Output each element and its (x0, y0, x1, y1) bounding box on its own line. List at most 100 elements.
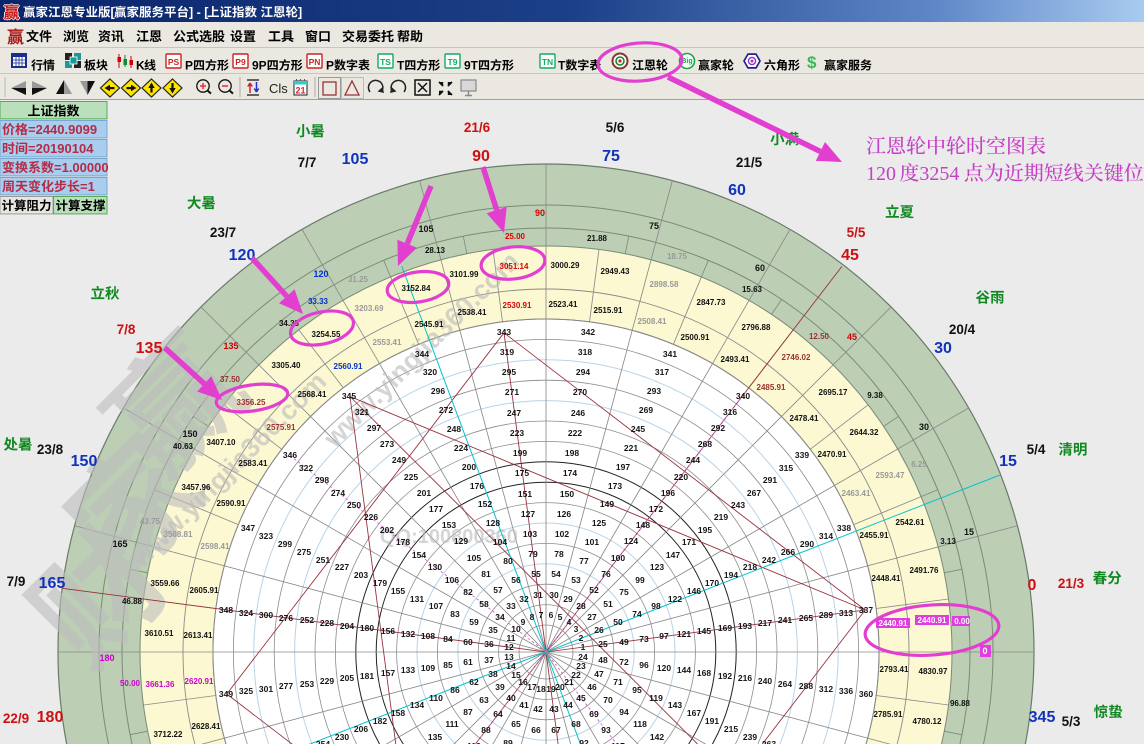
svg-text:135: 135 (428, 732, 442, 742)
svg-text:40.63: 40.63 (173, 442, 194, 451)
svg-text:219: 219 (714, 512, 728, 522)
svg-text:75: 75 (619, 587, 629, 597)
svg-text:343: 343 (497, 327, 511, 337)
svg-text:21.88: 21.88 (587, 234, 608, 243)
svg-text:2515.91: 2515.91 (594, 306, 623, 315)
svg-text:180: 180 (37, 709, 64, 726)
svg-text:28: 28 (576, 601, 586, 611)
svg-text:339: 339 (795, 450, 809, 460)
svg-text:198: 198 (565, 448, 579, 458)
svg-text:18: 18 (536, 684, 546, 694)
svg-text:173: 173 (608, 481, 622, 491)
svg-text:295: 295 (502, 367, 516, 377)
svg-text:25: 25 (598, 639, 608, 649)
svg-text:2598.41: 2598.41 (201, 542, 230, 551)
svg-text:264: 264 (778, 679, 792, 689)
svg-text:320: 320 (423, 367, 437, 377)
svg-text:2463.41: 2463.41 (842, 489, 871, 498)
svg-text:5/3: 5/3 (1062, 714, 1081, 729)
svg-text:22: 22 (571, 670, 581, 680)
svg-text:336: 336 (839, 686, 853, 696)
svg-text:60: 60 (755, 263, 765, 273)
svg-text:T9: T9 (448, 57, 458, 67)
svg-text:67: 67 (551, 725, 561, 735)
svg-text:48: 48 (598, 655, 608, 665)
svg-text:4830.97: 4830.97 (919, 667, 948, 676)
svg-text:2898.58: 2898.58 (650, 280, 679, 289)
svg-text:81: 81 (481, 569, 491, 579)
svg-text:2478.41: 2478.41 (790, 414, 819, 423)
svg-text:132: 132 (401, 629, 415, 639)
svg-text:126: 126 (557, 509, 571, 519)
svg-text:75: 75 (649, 221, 659, 231)
svg-text:204: 204 (340, 621, 354, 631)
svg-text:37: 37 (484, 655, 494, 665)
svg-text:83: 83 (450, 609, 460, 619)
svg-text:216: 216 (738, 673, 752, 683)
svg-text:314: 314 (819, 531, 833, 541)
svg-text:2530.91: 2530.91 (503, 301, 532, 310)
svg-text:227: 227 (335, 562, 349, 572)
svg-text:90: 90 (472, 148, 490, 165)
svg-text:119: 119 (649, 693, 663, 703)
svg-text:345: 345 (1029, 709, 1056, 726)
svg-text:2448.41: 2448.41 (872, 574, 901, 583)
svg-text:123: 123 (650, 562, 664, 572)
svg-text:223: 223 (510, 428, 524, 438)
svg-text:73: 73 (639, 634, 649, 644)
svg-text:342: 342 (581, 327, 595, 337)
svg-text:135: 135 (136, 340, 163, 357)
svg-text:150: 150 (71, 453, 98, 470)
svg-text:125: 125 (592, 518, 606, 528)
svg-text:151: 151 (518, 489, 532, 499)
svg-text:318: 318 (578, 347, 592, 357)
svg-text:252: 252 (300, 615, 314, 625)
svg-text:24: 24 (578, 652, 588, 662)
svg-text:201: 201 (417, 488, 431, 498)
svg-text:347: 347 (241, 523, 255, 533)
svg-text:312: 312 (819, 684, 833, 694)
svg-text:4780.12: 4780.12 (913, 717, 942, 726)
svg-text:96: 96 (639, 660, 649, 670)
svg-text:133: 133 (401, 665, 415, 675)
svg-text:96.88: 96.88 (950, 699, 971, 708)
svg-text:TN: TN (542, 57, 553, 67)
svg-text:2746.02: 2746.02 (782, 353, 811, 362)
svg-text:240: 240 (758, 676, 772, 686)
svg-text:66: 66 (531, 725, 541, 735)
svg-text:39: 39 (495, 682, 505, 692)
svg-text:145: 145 (697, 626, 711, 636)
svg-text:340: 340 (736, 391, 750, 401)
svg-text:33: 33 (506, 601, 516, 611)
svg-text:172: 172 (649, 504, 663, 514)
svg-text:267: 267 (747, 488, 761, 498)
svg-text:0: 0 (982, 646, 987, 656)
svg-text:105: 105 (418, 224, 433, 234)
svg-text:158: 158 (391, 708, 405, 718)
svg-text:146: 146 (687, 586, 701, 596)
svg-text:191: 191 (705, 716, 719, 726)
svg-text:165: 165 (112, 539, 127, 549)
svg-text:220: 220 (674, 472, 688, 482)
svg-text:323: 323 (259, 531, 273, 541)
svg-text:90: 90 (535, 208, 545, 218)
svg-text:3101.99: 3101.99 (450, 270, 479, 279)
svg-text:174: 174 (563, 468, 577, 478)
svg-text:1: 1 (581, 642, 586, 652)
svg-text:101: 101 (585, 537, 599, 547)
svg-text:104: 104 (493, 537, 507, 547)
svg-text:3559.66: 3559.66 (151, 579, 180, 588)
svg-text:120: 120 (866, 163, 896, 185)
svg-text:7: 7 (539, 610, 544, 620)
svg-text:3.13: 3.13 (940, 537, 956, 546)
svg-text:15: 15 (999, 453, 1017, 470)
svg-text:PN: PN (309, 57, 321, 67)
svg-text:120: 120 (313, 269, 328, 279)
svg-text:251: 251 (316, 555, 330, 565)
svg-text:205: 205 (340, 673, 354, 683)
svg-text:2644.32: 2644.32 (850, 428, 879, 437)
svg-text:46.88: 46.88 (122, 597, 143, 606)
svg-text:341: 341 (663, 349, 677, 359)
svg-text:142: 142 (650, 732, 664, 742)
svg-text:122: 122 (668, 594, 682, 604)
